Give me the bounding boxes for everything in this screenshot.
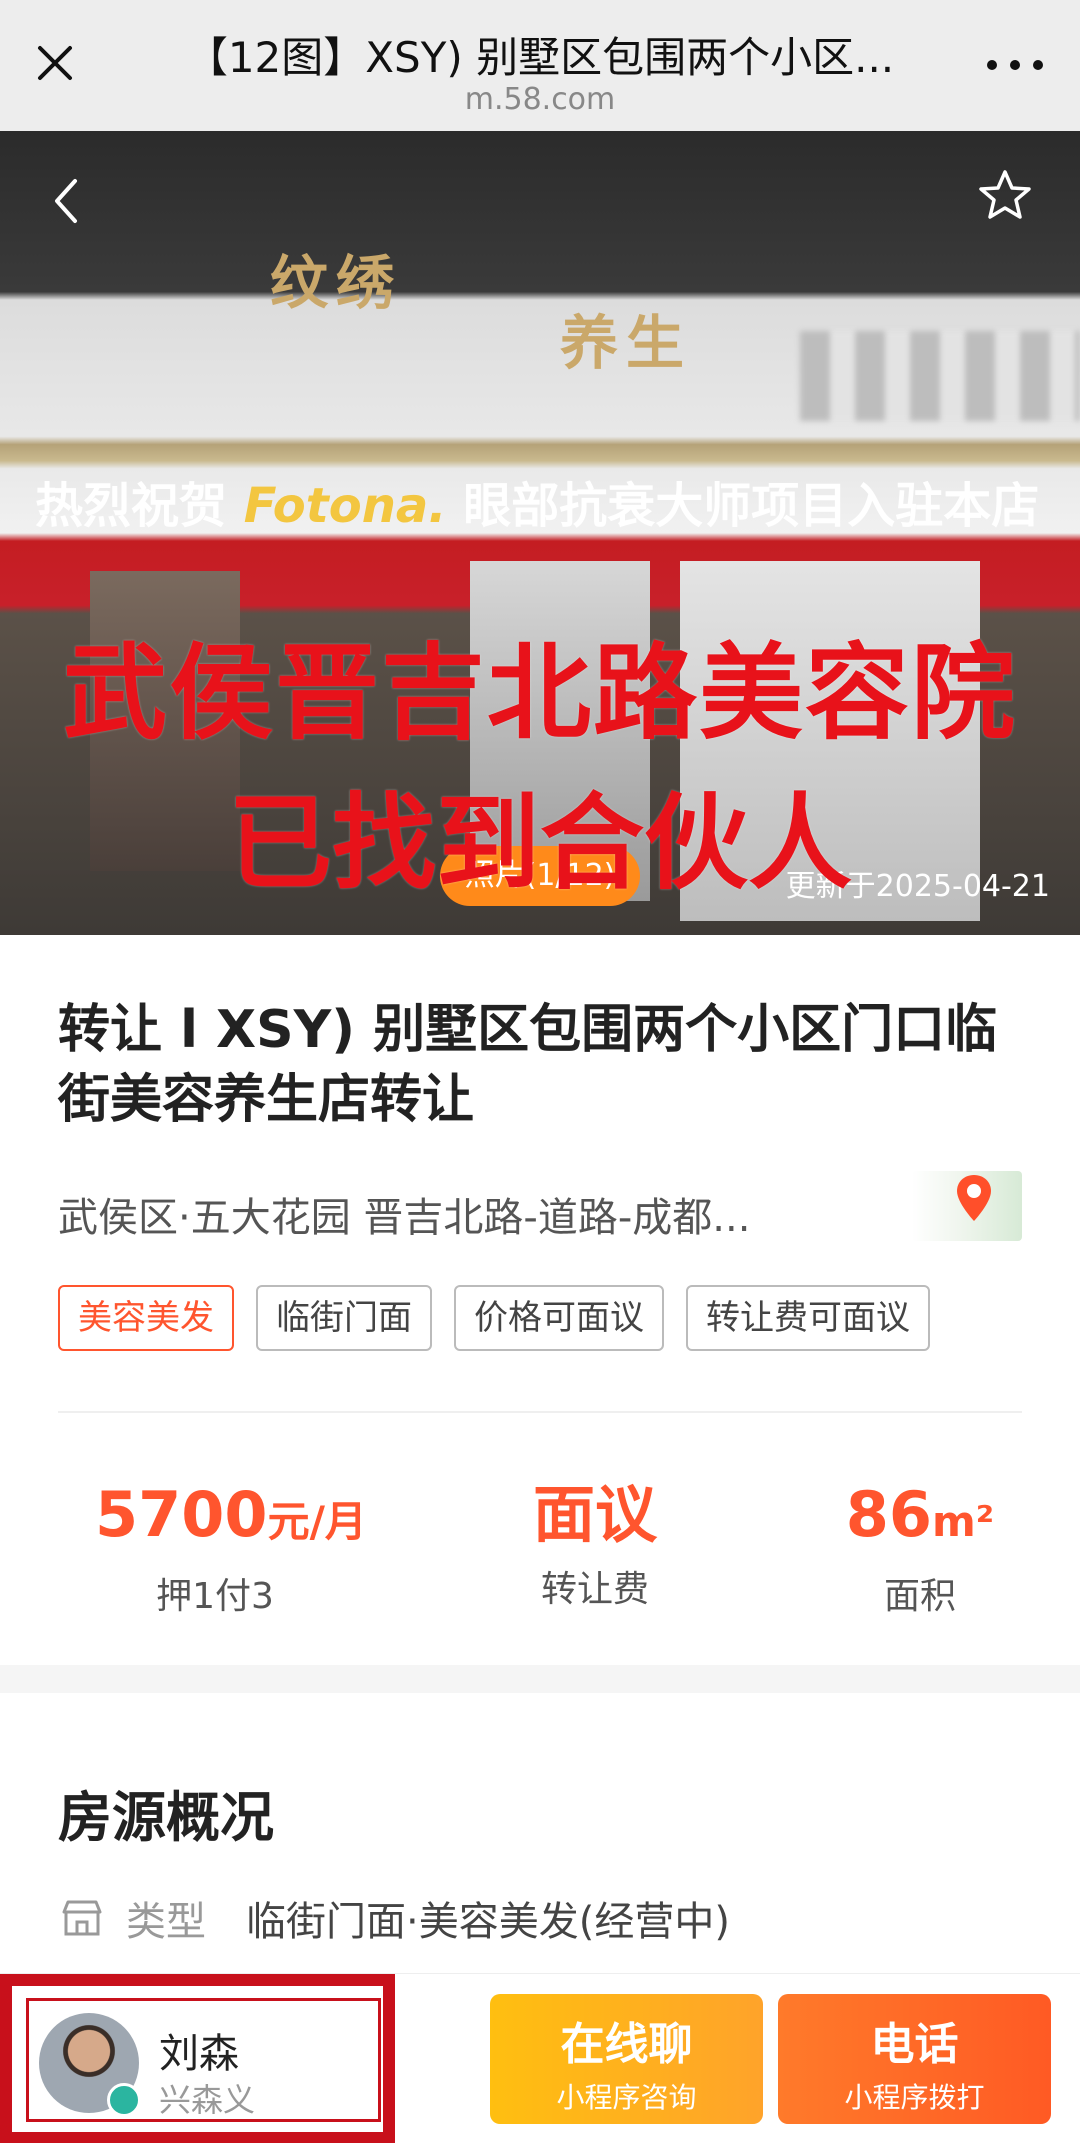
banner-brand: Fotona.	[243, 478, 447, 534]
location-pin-icon	[957, 1175, 991, 1221]
area-unit: m²	[932, 1497, 995, 1546]
call-button-sublabel: 小程序拨打	[844, 2081, 985, 2114]
listing-photo[interactable]: 纹绣 养生 热烈祝贺 Fotona. 眼部抗衰大师项目入驻本店 照片(1/12)…	[0, 131, 1080, 935]
phone-call-button[interactable]: 电话 小程序拨打	[778, 1994, 1051, 2124]
shop-sign: 纹绣	[270, 249, 403, 317]
rent-value: 5700元/月	[95, 1478, 367, 1557]
agent-company: 兴森义	[159, 2081, 256, 2119]
tag: 转让费可面议	[686, 1285, 930, 1351]
listing-address[interactable]: 武侯区·五大花园 晋吉北路-道路-成都...	[58, 1185, 838, 1243]
shop-banner: 热烈祝贺 Fotona. 眼部抗衰大师项目入驻本店	[35, 466, 1039, 536]
banner-text: 热烈祝贺	[35, 478, 228, 534]
overview-value: 临街门面·美容美发(经营中)	[246, 1899, 730, 1945]
page: 【12图】XSY) 别墅区包围两个小区... m.58.com 纹绣 养生 热烈…	[0, 0, 1080, 2143]
overview-key: 类型	[126, 1899, 206, 1945]
browser-topbar: 【12图】XSY) 别墅区包围两个小区... m.58.com	[0, 0, 1080, 131]
listing-title: 转让 l XSY) 别墅区包围两个小区门口临街美容养生店转让	[58, 1000, 998, 1130]
storefront-icon	[62, 1900, 102, 1936]
rent-label: 押1付3	[156, 1576, 274, 1617]
tag: 美容美发	[58, 1285, 234, 1351]
rent-unit: 元/月	[267, 1497, 367, 1546]
overview-section: 房源概况 类型 临街门面·美容美发(经营中)	[0, 1693, 1080, 1973]
close-icon[interactable]	[30, 38, 80, 88]
overview-row-type: 类型 临街门面·美容美发(经营中)	[58, 1889, 730, 1947]
area-label: 面积	[883, 1576, 956, 1617]
overlay-text: 已找到合伙人	[227, 782, 852, 904]
map-thumbnail[interactable]	[912, 1171, 1022, 1241]
verified-badge-icon	[107, 2083, 141, 2117]
transfer-fee-stat: 面议 转让费	[505, 1480, 685, 1612]
browser-title: 【12图】XSY) 别墅区包围两个小区...	[185, 33, 895, 82]
tag: 临街门面	[256, 1285, 432, 1351]
chat-button-sublabel: 小程序咨询	[556, 2081, 697, 2114]
bottom-action-bar: 刘森 兴森义 在线聊 小程序咨询 电话 小程序拨打	[0, 1973, 1080, 2143]
tag-list: 美容美发 临街门面 价格可面议 转让费可面议	[58, 1285, 930, 1351]
shop-sign: 养生	[560, 309, 693, 377]
key-stats: 5700元/月 押1付3 面议 转让费 86m² 面积	[0, 1480, 1080, 1618]
divider	[58, 1411, 1022, 1413]
browser-url: m.58.com	[464, 82, 616, 117]
section-heading: 房源概况	[58, 1786, 274, 1849]
agent-card[interactable]: 刘森 兴森义	[26, 1998, 381, 2122]
area-stat: 86m² 面积	[845, 1480, 995, 1619]
overlay-text: 武侯晋吉北路美容院	[62, 632, 1017, 754]
rent-amount: 5700	[95, 1478, 268, 1551]
rent-stat: 5700元/月 押1付3	[95, 1478, 367, 1619]
agent-card-highlight: 刘森 兴森义	[0, 1974, 395, 2143]
tag: 价格可面议	[454, 1285, 664, 1351]
online-chat-button[interactable]: 在线聊 小程序咨询	[490, 1994, 763, 2124]
blurred-sign	[800, 331, 1080, 421]
transfer-fee-label: 转让费	[540, 1569, 649, 1610]
area-amount: 86	[845, 1478, 933, 1551]
more-icon[interactable]	[980, 40, 1050, 90]
star-icon[interactable]	[975, 166, 1035, 226]
transfer-fee-value: 面议	[532, 1478, 657, 1551]
call-button-label: 电话	[870, 2019, 959, 2070]
listing-info: 转让 l XSY) 别墅区包围两个小区门口临街美容养生店转让 武侯区·五大花园 …	[0, 935, 1080, 1670]
banner-text: 眼部抗衰大师项目入驻本店	[463, 478, 1040, 534]
agent-name: 刘森	[159, 2031, 239, 2077]
area-value: 86m²	[845, 1480, 995, 1557]
back-icon[interactable]	[45, 171, 85, 231]
section-gap	[0, 1665, 1080, 1693]
chat-button-label: 在线聊	[560, 2019, 693, 2070]
